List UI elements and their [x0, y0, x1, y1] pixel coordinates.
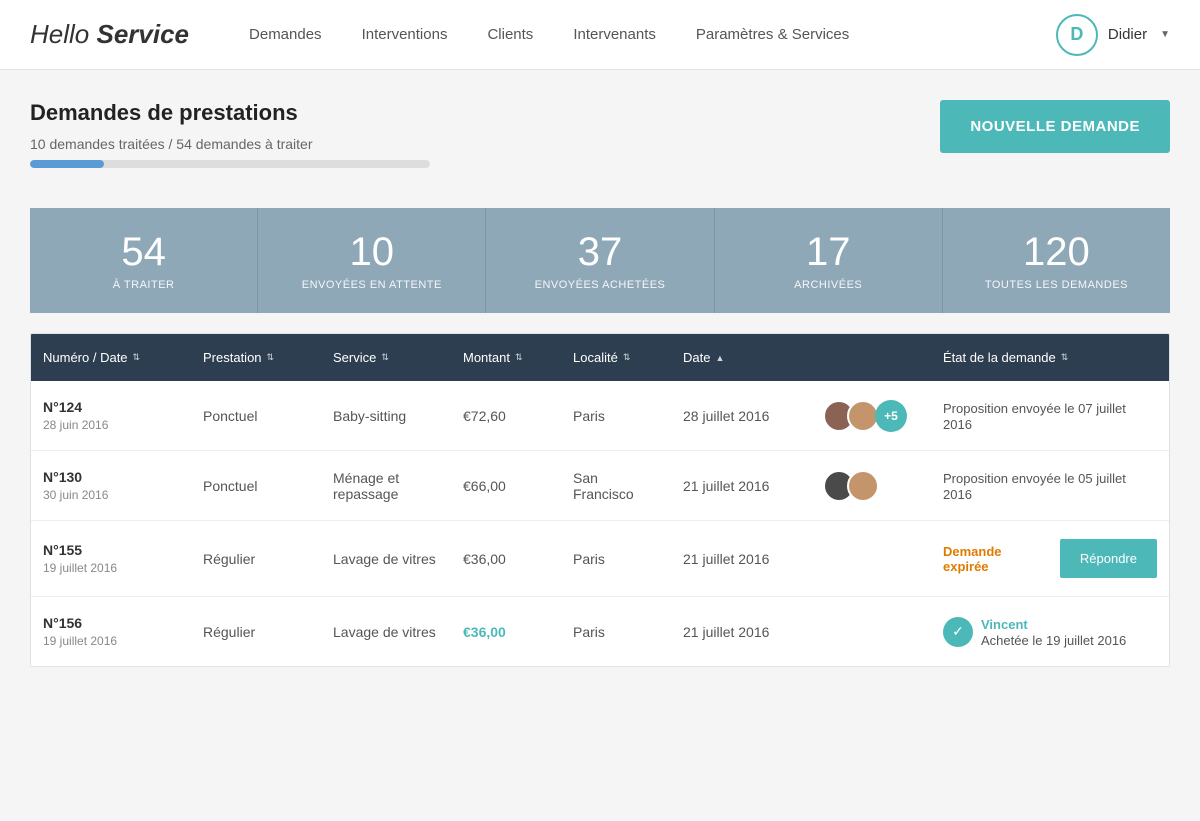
table-row: N°155 19 juillet 2016 Régulier Lavage de… [31, 521, 1169, 597]
avatar-more: +5 [875, 400, 907, 432]
user-menu[interactable]: D Didier ▼ [1056, 14, 1170, 56]
nav-clients[interactable]: Clients [487, 21, 533, 48]
row-date-124: 28 juillet 2016 [671, 408, 811, 424]
logo-service: Service [96, 19, 189, 49]
row-prest-124: Ponctuel [191, 408, 321, 424]
sort-icon-localite: ⇅ [623, 352, 631, 363]
check-icon: ✓ [943, 617, 973, 647]
nav-demandes[interactable]: Demandes [249, 21, 322, 48]
row-num-156: N°156 19 juillet 2016 [31, 615, 191, 648]
sort-icon-prest: ⇅ [267, 352, 275, 363]
demands-table: Numéro / Date ⇅ Prestation ⇅ Service ⇅ M… [30, 333, 1170, 667]
stat-label-toutes: TOUTES LES DEMANDES [953, 279, 1160, 291]
progress-bar-container [30, 160, 430, 168]
row-montant-124: €72,60 [451, 408, 561, 424]
logo-hello: Hello [30, 19, 96, 49]
row-num-155: N°155 19 juillet 2016 [31, 542, 191, 575]
sort-icon-montant: ⇅ [515, 352, 523, 363]
repondre-button-155[interactable]: Répondre [1060, 539, 1157, 578]
table-row: N°156 19 juillet 2016 Régulier Lavage de… [31, 597, 1169, 666]
row-localite-155: Paris [561, 551, 671, 567]
row-prest-155: Régulier [191, 551, 321, 567]
page-title: Demandes de prestations [30, 100, 430, 126]
sort-icon-date: ▲ [715, 353, 724, 363]
sort-icon-num: ⇅ [133, 352, 141, 363]
stat-card-attente[interactable]: 10 ENVOYÉES EN ATTENTE [258, 208, 486, 313]
row-etat-124: Proposition envoyée le 07 juillet 2016 [931, 400, 1169, 432]
navbar-links: Demandes Interventions Clients Intervena… [249, 21, 1056, 48]
stat-card-achetees[interactable]: 37 ENVOYÉES ACHETÉES [486, 208, 714, 313]
table-row: N°130 30 juin 2016 Ponctuel Ménage et re… [31, 451, 1169, 521]
row-service-155: Lavage de vitres [321, 551, 451, 567]
th-montant[interactable]: Montant ⇅ [451, 334, 561, 381]
progress-section: 10 demandes traitées / 54 demandes à tra… [30, 136, 430, 168]
row-localite-156: Paris [561, 624, 671, 640]
stat-label-archivees: ARCHIVÉES [725, 279, 932, 291]
chevron-down-icon: ▼ [1160, 29, 1170, 40]
stat-number-achetees: 37 [496, 230, 703, 274]
user-name: Didier [1108, 26, 1147, 43]
header-left: Demandes de prestations 10 demandes trai… [30, 100, 430, 188]
table-header: Numéro / Date ⇅ Prestation ⇅ Service ⇅ M… [31, 334, 1169, 381]
th-num[interactable]: Numéro / Date ⇅ [31, 334, 191, 381]
stat-card-toutes[interactable]: 120 TOUTES LES DEMANDES [943, 208, 1170, 313]
row-date-156: 21 juillet 2016 [671, 624, 811, 640]
stat-cards: 54 À TRAITER 10 ENVOYÉES EN ATTENTE 37 E… [30, 208, 1170, 313]
row-prest-156: Régulier [191, 624, 321, 640]
row-service-156: Lavage de vitres [321, 624, 451, 640]
th-prestation[interactable]: Prestation ⇅ [191, 334, 321, 381]
th-service[interactable]: Service ⇅ [321, 334, 451, 381]
row-etat-130: Proposition envoyée le 05 juillet 2016 [931, 470, 1169, 502]
progress-bar-fill [30, 160, 104, 168]
stat-card-traiter[interactable]: 54 À TRAITER [30, 208, 258, 313]
nav-intervenants[interactable]: Intervenants [573, 21, 656, 48]
row-etat-155: Demande expirée Répondre [931, 539, 1169, 578]
row-date-155: 21 juillet 2016 [671, 551, 811, 567]
nav-parametres[interactable]: Paramètres & Services [696, 21, 849, 48]
row-localite-130: San Francisco [561, 470, 671, 502]
th-localite[interactable]: Localité ⇅ [561, 334, 671, 381]
stat-label-traiter: À TRAITER [40, 279, 247, 291]
header-row: Demandes de prestations 10 demandes trai… [30, 100, 1170, 188]
avatar-2-130 [847, 470, 879, 502]
stat-number-toutes: 120 [953, 230, 1160, 274]
stat-number-traiter: 54 [40, 230, 247, 274]
navbar: Hello Service Demandes Interventions Cli… [0, 0, 1200, 70]
sort-icon-etat: ⇅ [1061, 352, 1069, 363]
nav-interventions[interactable]: Interventions [362, 21, 448, 48]
nouvelle-demande-button[interactable]: NOUVELLE DEMANDE [940, 100, 1170, 153]
stat-number-archivees: 17 [725, 230, 932, 274]
stat-number-attente: 10 [268, 230, 475, 274]
row-avatars-124: +5 [811, 400, 931, 432]
table-row: N°124 28 juin 2016 Ponctuel Baby-sitting… [31, 381, 1169, 451]
main-content: Demandes de prestations 10 demandes trai… [0, 70, 1200, 667]
logo[interactable]: Hello Service [30, 19, 189, 50]
sort-icon-service: ⇅ [381, 352, 389, 363]
th-date[interactable]: Date ▲ [671, 334, 811, 381]
th-etat[interactable]: État de la demande ⇅ [931, 334, 1169, 381]
row-etat-156: ✓ Vincent Achetée le 19 juillet 2016 [931, 616, 1169, 648]
row-service-130: Ménage et repassage [321, 470, 451, 502]
stat-card-archivees[interactable]: 17 ARCHIVÉES [715, 208, 943, 313]
row-prest-130: Ponctuel [191, 478, 321, 494]
row-localite-124: Paris [561, 408, 671, 424]
row-service-124: Baby-sitting [321, 408, 451, 424]
stat-label-attente: ENVOYÉES EN ATTENTE [268, 279, 475, 291]
row-avatars-130 [811, 470, 931, 502]
row-num-124: N°124 28 juin 2016 [31, 399, 191, 432]
row-montant-130: €66,00 [451, 478, 561, 494]
user-avatar: D [1056, 14, 1098, 56]
row-num-130: N°130 30 juin 2016 [31, 469, 191, 502]
stat-label-achetees: ENVOYÉES ACHETÉES [496, 279, 703, 291]
th-intervenants [811, 334, 931, 381]
progress-label: 10 demandes traitées / 54 demandes à tra… [30, 136, 430, 152]
row-montant-156: €36,00 [451, 624, 561, 640]
row-date-130: 21 juillet 2016 [671, 478, 811, 494]
row-montant-155: €36,00 [451, 551, 561, 567]
